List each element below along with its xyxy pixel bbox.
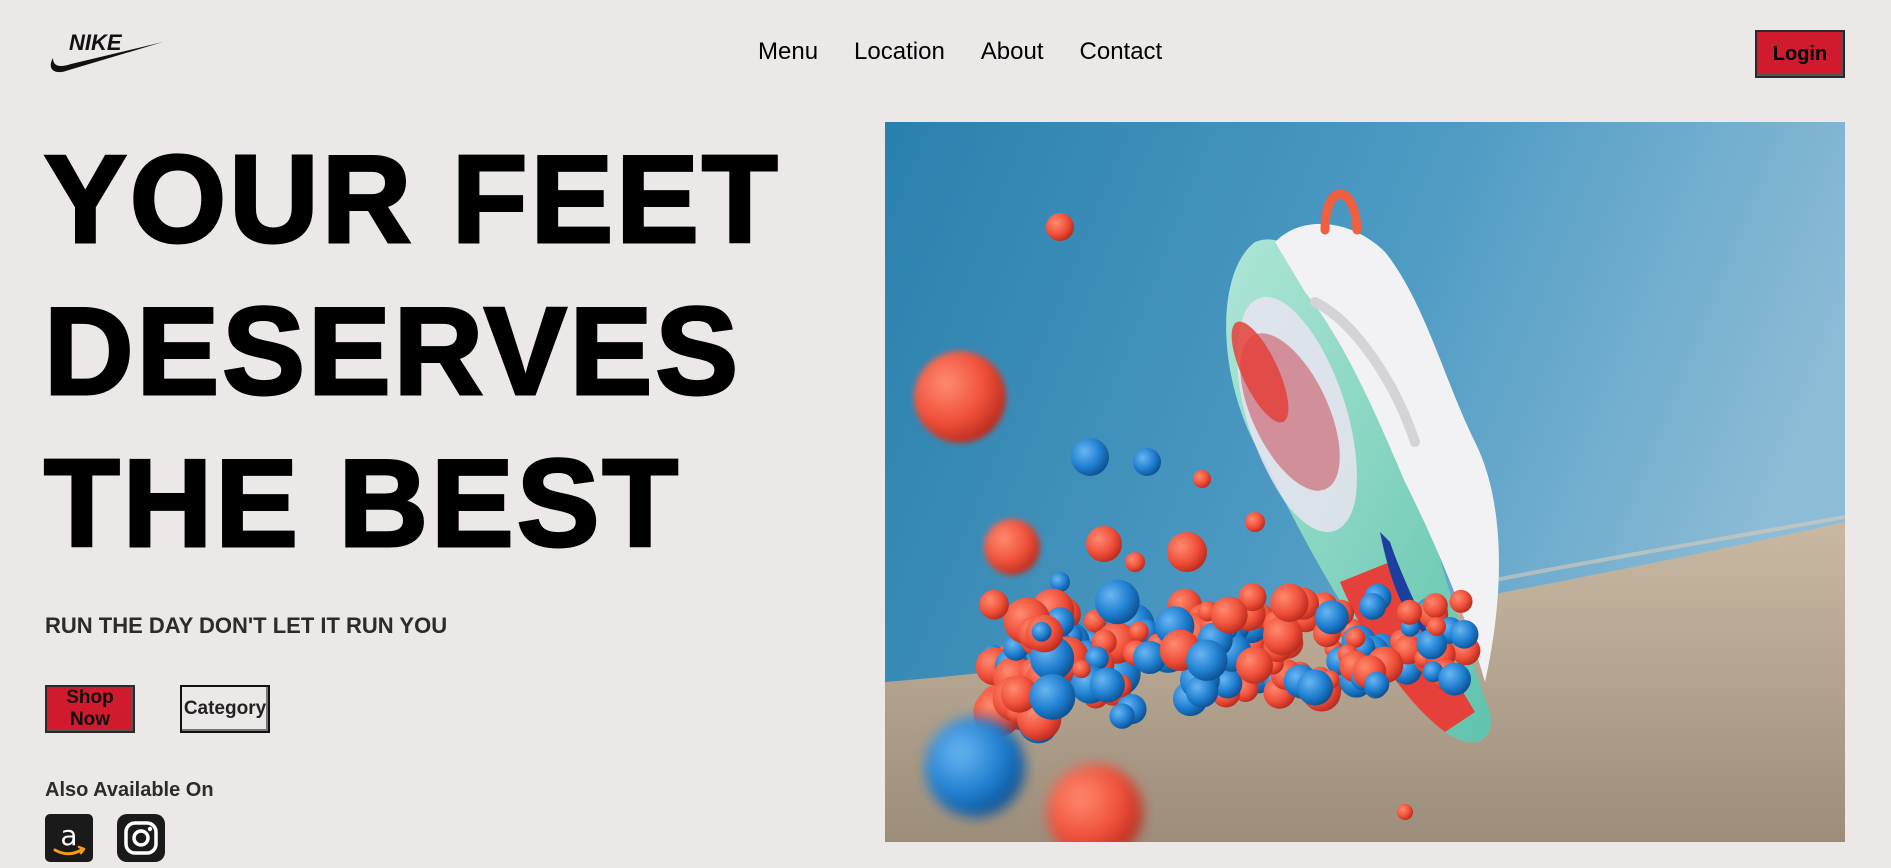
svg-text:a: a: [60, 819, 77, 852]
also-available-label: Also Available On: [45, 779, 214, 801]
nav-item-about[interactable]: About: [981, 38, 1044, 66]
main-nav: Menu Location About Contact: [758, 38, 1162, 66]
logo-text: NIKE: [69, 30, 123, 55]
hero-title-line-2: DESERVES: [43, 282, 742, 423]
hero-shoe-image: [885, 122, 1845, 842]
amazon-icon[interactable]: a: [45, 814, 93, 862]
category-button[interactable]: Category: [180, 685, 270, 733]
nike-logo[interactable]: NIKE: [45, 28, 165, 76]
nike-swoosh-icon: NIKE: [50, 30, 164, 73]
hero-title-line-3: THE BEST: [43, 434, 682, 575]
hero-title-line-1: YOUR FEET: [43, 130, 781, 271]
instagram-icon[interactable]: [117, 814, 165, 862]
shop-now-button[interactable]: Shop Now: [45, 685, 135, 733]
nav-item-location[interactable]: Location: [854, 38, 945, 66]
nav-item-contact[interactable]: Contact: [1080, 38, 1163, 66]
login-button[interactable]: Login: [1755, 30, 1845, 78]
hero-title: YOUR FEET DESERVES THE BEST: [43, 124, 781, 580]
hero-tagline: RUN THE DAY DON'T LET IT RUN YOU: [45, 613, 448, 638]
nav-item-menu[interactable]: Menu: [758, 38, 818, 66]
